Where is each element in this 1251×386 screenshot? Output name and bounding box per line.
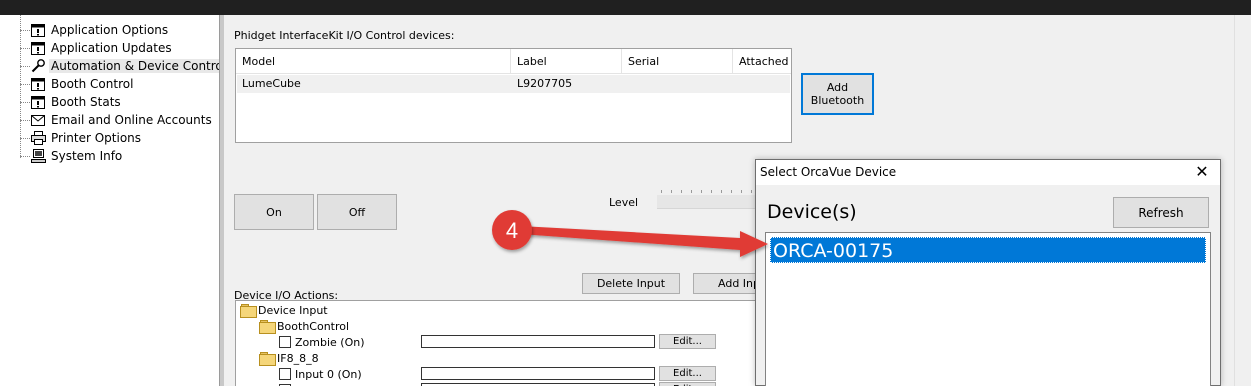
slider-tick <box>751 190 752 193</box>
scrollbar[interactable] <box>1234 15 1251 386</box>
tree-connector <box>20 102 30 103</box>
folder-icon <box>259 320 276 334</box>
tree-connector <box>20 156 30 157</box>
refresh-button[interactable]: Refresh <box>1113 197 1209 228</box>
devices-title: Phidget InterfaceKit I/O Control devices… <box>234 29 455 42</box>
tree-connector <box>20 15 21 158</box>
zombie-action-field[interactable] <box>421 335 655 348</box>
delete-input-button[interactable]: Delete Input <box>582 273 680 294</box>
tree-connector <box>20 30 30 31</box>
column-header-serial[interactable]: Serial <box>622 49 733 74</box>
tree-node-input-0[interactable]: Input 0 (On) <box>279 366 362 382</box>
tree-connector <box>20 66 30 67</box>
column-header-model[interactable]: Model <box>236 49 511 74</box>
tree-item-automation-device-control[interactable]: Automation & Device Control <box>30 57 229 75</box>
devices-label: Device(s) <box>767 201 857 223</box>
slider-tick <box>691 190 692 193</box>
tree-item-printer-options[interactable]: Printer Options <box>30 129 143 147</box>
tree-item-label: Application Options <box>51 23 169 37</box>
tree-node-partial[interactable] <box>279 382 295 386</box>
tree-item-application-options[interactable]: Application Options <box>30 21 170 39</box>
slider-tick <box>681 190 682 193</box>
computer-icon <box>30 149 46 163</box>
tree-item-application-updates[interactable]: Application Updates <box>30 39 174 57</box>
tree-item-label: System Info <box>51 149 123 163</box>
printer-icon <box>30 131 46 145</box>
slider-tick <box>731 190 732 193</box>
column-header-attached[interactable]: Attached <box>733 49 791 74</box>
device-list[interactable]: ORCA-00175 <box>765 232 1211 386</box>
cell-label: L9207705 <box>517 77 573 90</box>
options-icon <box>30 77 46 91</box>
edit-button[interactable]: Edit... <box>659 382 716 386</box>
window-top-bar <box>0 0 1251 15</box>
dialog-title-bar[interactable]: Select OrcaVue Device ✕ <box>756 160 1220 185</box>
dialog-title: Select OrcaVue Device <box>760 165 897 179</box>
options-icon <box>30 95 46 109</box>
column-header-label[interactable]: Label <box>511 49 622 74</box>
cell-model: LumeCube <box>242 77 301 90</box>
slider-tick <box>671 190 672 193</box>
tree-item-booth-stats[interactable]: Booth Stats <box>30 93 123 111</box>
tree-connector <box>20 48 30 49</box>
close-icon[interactable]: ✕ <box>1192 162 1212 182</box>
tree-item-label: Application Updates <box>51 41 172 55</box>
tree-item-label: Printer Options <box>51 131 142 145</box>
tree-connector <box>20 138 30 139</box>
off-button[interactable]: Off <box>317 194 397 230</box>
slider-tick <box>721 190 722 193</box>
input-0-checkbox[interactable] <box>279 368 291 380</box>
slider-tick <box>711 190 712 193</box>
tree-node-boothcontrol[interactable]: BoothControl <box>259 318 349 334</box>
tree-item-label: Automation & Device Control <box>49 59 229 73</box>
level-slider[interactable] <box>657 195 757 209</box>
tree-node-zombie[interactable]: Zombie (On) <box>279 334 365 350</box>
tree-item-label: Booth Stats <box>51 95 121 109</box>
device-list-item[interactable]: ORCA-00175 <box>770 237 1206 263</box>
node-label: Device Input <box>258 303 328 317</box>
node-label: Zombie (On) <box>295 335 365 349</box>
tree-item-email-online-accounts[interactable]: Email and Online Accounts <box>30 111 214 129</box>
edit-button[interactable]: Edit... <box>659 334 716 349</box>
input-0-action-field[interactable] <box>421 367 655 380</box>
node-label: BoothControl <box>277 319 350 333</box>
zombie-checkbox[interactable] <box>279 336 291 348</box>
folder-icon <box>259 352 276 366</box>
level-label: Level <box>609 196 639 209</box>
tree-item-label: Email and Online Accounts <box>51 113 212 127</box>
options-icon <box>30 23 46 37</box>
wrench-icon <box>30 59 46 73</box>
on-button[interactable]: On <box>234 194 314 230</box>
tree-item-label: Booth Control <box>51 77 134 91</box>
tree-connector <box>20 120 30 121</box>
tree-item-system-info[interactable]: System Info <box>30 147 124 165</box>
devices-grid[interactable]: Model Label Serial Attached LumeCube L92… <box>235 48 792 143</box>
tree-connector <box>20 84 30 85</box>
slider-tick <box>741 190 742 193</box>
select-device-dialog: Select OrcaVue Device ✕ Device(s) Refres… <box>755 159 1221 386</box>
add-bluetooth-button[interactable]: Add Bluetooth <box>801 73 874 115</box>
tree-node-device-input[interactable]: Device Input <box>240 302 328 318</box>
node-label: Input 0 (On) <box>295 367 362 381</box>
slider-tick <box>701 190 702 193</box>
folder-icon <box>240 304 257 318</box>
envelope-icon <box>30 113 46 127</box>
options-icon <box>30 41 46 55</box>
tree-node-if8-8-8[interactable]: IF8_8_8 <box>259 350 319 366</box>
tree-item-booth-control[interactable]: Booth Control <box>30 75 135 93</box>
slider-tick <box>661 190 662 193</box>
node-label: IF8_8_8 <box>277 351 319 365</box>
edit-button[interactable]: Edit... <box>659 366 716 381</box>
